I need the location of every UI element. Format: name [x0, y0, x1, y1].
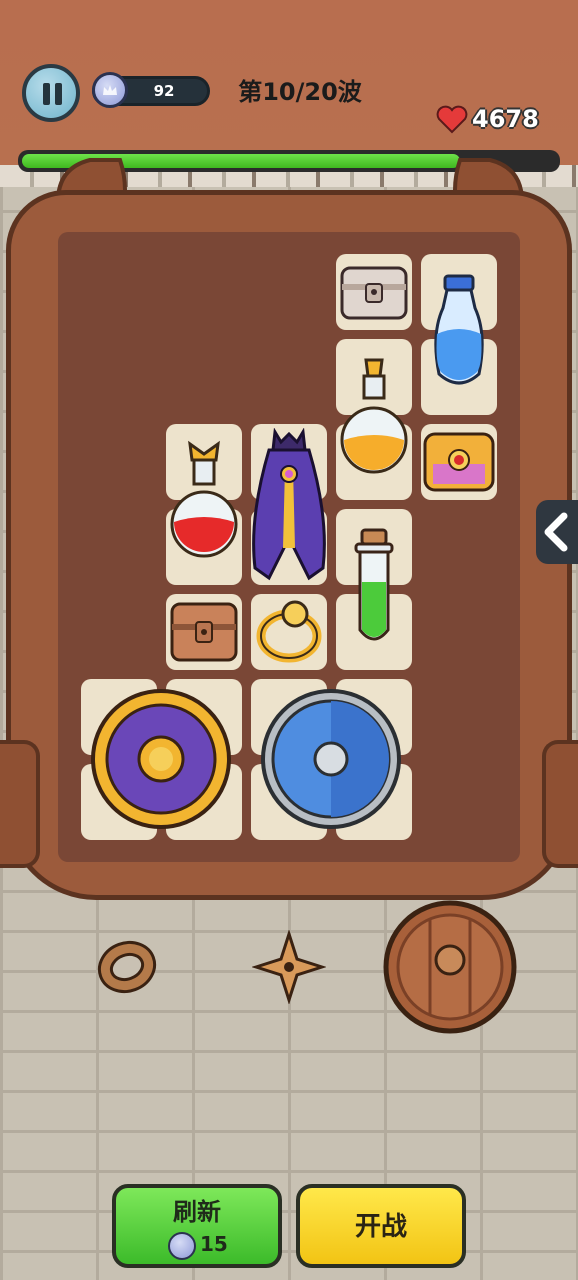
- heart-icon: [436, 105, 468, 134]
- ornate-chest-icon[interactable]: [421, 424, 497, 500]
- refresh-cost: 15: [200, 1232, 228, 1256]
- blue-shield-icon[interactable]: [251, 679, 412, 840]
- treasure-chest-silver-icon[interactable]: [336, 254, 412, 330]
- blue-potion-icon[interactable]: [421, 264, 497, 394]
- hp-value: 4678: [472, 105, 539, 133]
- wooden-chest-icon[interactable]: [166, 594, 242, 670]
- backpack-side-pocket-left: [0, 740, 40, 868]
- gem-count: 92: [153, 82, 175, 100]
- wave-indicator: 第10/20波: [238, 78, 362, 106]
- backpack-side-pocket-right: [542, 740, 578, 868]
- pause-button[interactable]: [22, 64, 80, 122]
- wooden-shield-icon[interactable]: [380, 896, 520, 1038]
- purple-shield-icon[interactable]: [81, 679, 242, 840]
- red-potion-icon[interactable]: [166, 440, 242, 570]
- green-potion-icon[interactable]: [336, 522, 412, 650]
- orange-potion-icon[interactable]: [336, 354, 412, 484]
- crown-gem-icon: [168, 1232, 196, 1260]
- shuriken-icon[interactable]: [252, 930, 326, 1004]
- purple-cape-icon[interactable]: [251, 428, 327, 584]
- chevron-left-icon: [544, 512, 568, 552]
- gold-ring-icon[interactable]: [251, 594, 327, 670]
- refresh-label: 刷新: [173, 1198, 221, 1226]
- start-battle-label: 开战: [354, 1212, 407, 1242]
- expand-side-panel-button[interactable]: [536, 500, 578, 564]
- pause-icon: [43, 83, 50, 105]
- wooden-ring-icon[interactable]: [92, 932, 162, 1002]
- crown-gem-icon: [92, 72, 128, 108]
